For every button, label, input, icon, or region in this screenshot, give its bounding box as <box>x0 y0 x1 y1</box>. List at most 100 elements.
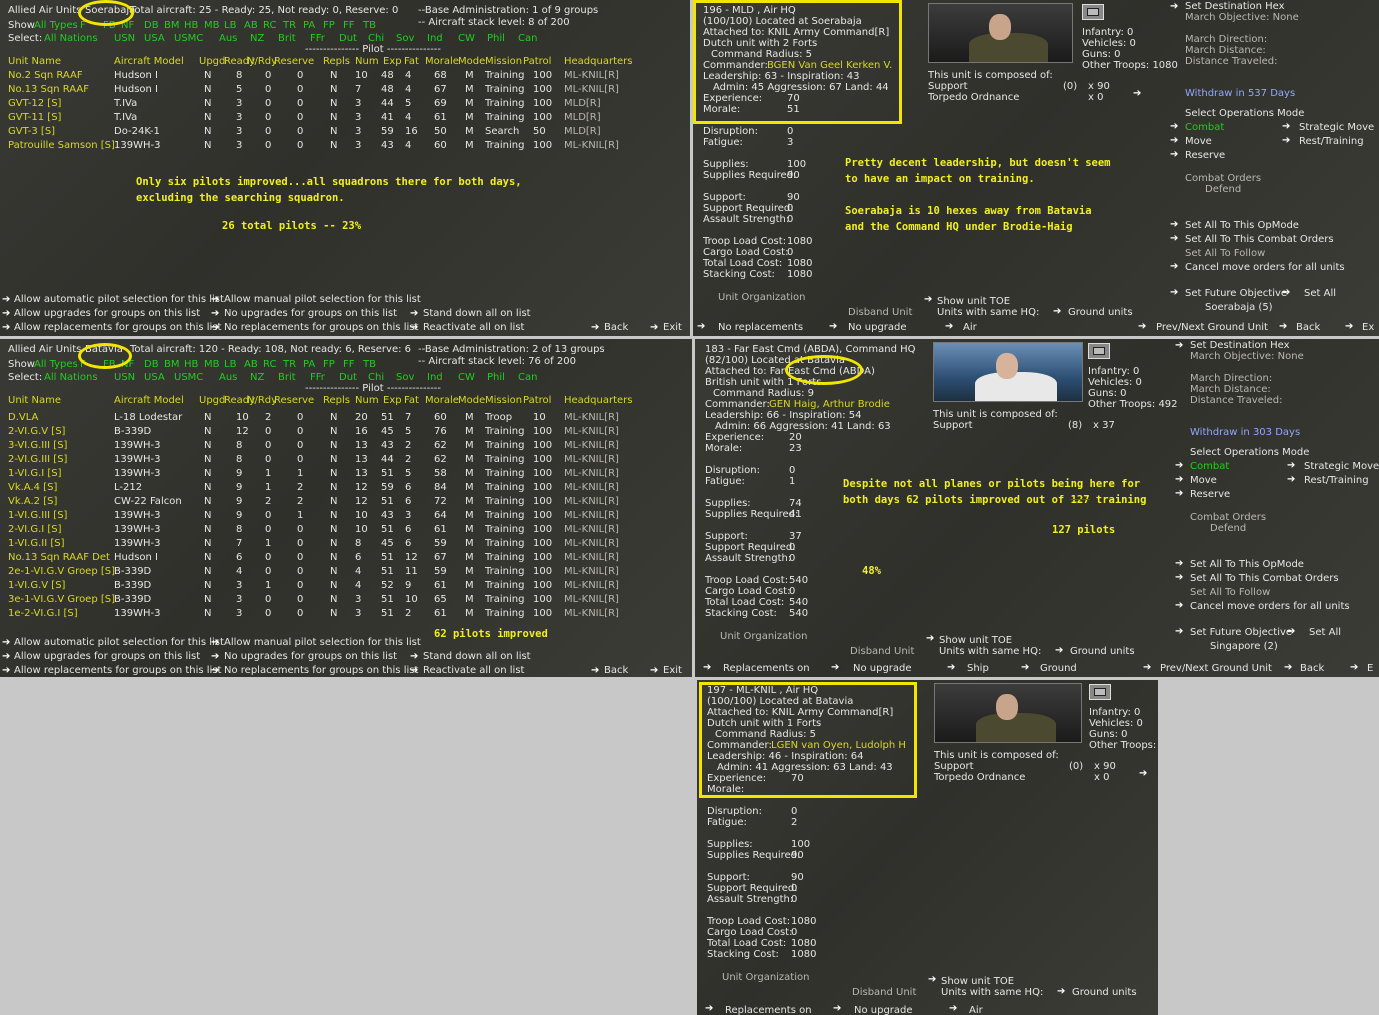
unit-name-cell[interactable]: 3-VI.G.III [S] <box>8 440 67 451</box>
column-header[interactable]: Num <box>355 395 379 406</box>
column-header[interactable]: Reserve <box>274 395 314 406</box>
unit-name-cell[interactable]: Vk.A.2 [S] <box>8 496 57 507</box>
ship-arrow-icon[interactable]: ➔ <box>947 662 958 673</box>
ship-units-button[interactable]: Ship <box>967 663 989 674</box>
column-header[interactable]: Morale <box>425 395 459 406</box>
filter-nation-0[interactable]: All Nations <box>44 372 98 383</box>
filter-type-10[interactable]: RC <box>263 20 276 31</box>
manual-pilot-option[interactable]: Allow manual pilot selection for this li… <box>224 294 421 305</box>
reserve-mode-button[interactable]: Reserve <box>1190 489 1230 500</box>
unit-name-cell[interactable]: GVT-12 [S] <box>8 98 61 109</box>
back-arrow-icon[interactable]: ➔ <box>1284 662 1295 673</box>
exit-arrow-icon[interactable]: ➔ <box>1350 662 1361 673</box>
filter-type-12[interactable]: PA <box>303 20 315 31</box>
set-all-opmode-button[interactable]: Set All To This OpMode <box>1190 559 1304 570</box>
column-header[interactable]: Mode <box>458 395 485 406</box>
disband-unit-button[interactable]: Disband Unit <box>852 987 916 998</box>
filter-nation-1[interactable]: USN <box>114 33 135 44</box>
exit-button[interactable]: E <box>1367 663 1373 674</box>
filter-type-12[interactable]: PA <box>303 359 315 370</box>
air-units-button[interactable]: Air <box>963 322 977 333</box>
unit-type-icon[interactable] <box>1089 684 1111 700</box>
option-arrow-icon[interactable]: ➔ <box>211 651 222 662</box>
unit-name-cell[interactable]: 3e-1-VI.G.V Groep [S] <box>8 594 115 605</box>
combat-mode-button[interactable]: Combat <box>1190 461 1229 472</box>
column-header[interactable]: Headquarters <box>564 56 632 67</box>
unit-type-icon[interactable] <box>1088 343 1110 359</box>
unit-organization-button[interactable]: Unit Organization <box>722 972 809 983</box>
filter-type-9[interactable]: AB <box>244 20 258 31</box>
exit-arrow-icon[interactable]: ➔ <box>1345 321 1356 332</box>
show-toe-arrow-icon[interactable]: ➔ <box>928 974 939 985</box>
ground-units-button[interactable]: Ground units <box>1070 646 1135 657</box>
column-header[interactable]: Exp <box>383 395 402 406</box>
back-arrow-icon[interactable]: ➔ <box>1279 321 1290 332</box>
set-future-objective-button[interactable]: Set Future Objective <box>1190 627 1292 638</box>
set-all-combat-button[interactable]: Set All To This Combat Orders <box>1185 234 1334 245</box>
set-all-follow-button[interactable]: Set All To Follow <box>1185 248 1265 259</box>
back-button[interactable]: Back <box>1300 663 1324 674</box>
filter-type-6[interactable]: HB <box>184 20 198 31</box>
filter-type-11[interactable]: TR <box>283 20 296 31</box>
set-destination-button[interactable]: Set Destination Hex <box>1185 1 1285 12</box>
filter-type-13[interactable]: FP <box>323 20 335 31</box>
opmode-arrow-icon[interactable]: ➔ <box>1170 219 1181 230</box>
column-header[interactable]: N/Rdy <box>247 56 277 67</box>
composition-arrow-icon[interactable]: ➔ <box>1139 768 1150 779</box>
set-all-button[interactable]: Set All <box>1304 288 1336 299</box>
strategic-move-button[interactable]: Strategic Move <box>1304 461 1379 472</box>
option-arrow-icon[interactable]: ➔ <box>2 665 13 676</box>
unit-name-cell[interactable]: No.13 Sqn RAAF Det <box>8 552 110 563</box>
rest-arrow-icon[interactable]: ➔ <box>1282 135 1293 146</box>
filter-type-9[interactable]: AB <box>244 359 258 370</box>
filter-type-7[interactable]: MB <box>204 359 220 370</box>
combat-arrow-icon[interactable]: ➔ <box>1175 460 1186 471</box>
ground-arrow-icon[interactable]: ➔ <box>1021 662 1032 673</box>
column-header[interactable]: Patrol <box>523 56 551 67</box>
column-header[interactable]: Patrol <box>523 395 551 406</box>
ground-units-arrow-icon[interactable]: ➔ <box>1055 645 1066 656</box>
strategic-arrow-icon[interactable]: ➔ <box>1287 460 1298 471</box>
set-all-button[interactable]: Set All <box>1309 627 1341 638</box>
future-objective-arrow-icon[interactable]: ➔ <box>1175 626 1186 637</box>
air-arrow-icon[interactable]: ➔ <box>945 321 956 332</box>
unit-name-cell[interactable]: 2-VI.G.V [S] <box>8 426 65 437</box>
back-button[interactable]: Back <box>1296 322 1320 333</box>
reactivate-option[interactable]: Reactivate all on list <box>423 665 524 676</box>
move-mode-button[interactable]: Move <box>1185 136 1212 147</box>
exit-button[interactable]: Ex <box>1362 322 1374 333</box>
disband-unit-button[interactable]: Disband Unit <box>848 307 912 318</box>
option-arrow-icon[interactable]: ➔ <box>211 322 222 333</box>
filter-nation-5[interactable]: NZ <box>250 372 264 383</box>
back-arrow-icon[interactable]: ➔ <box>591 322 602 333</box>
auto-pilot-option[interactable]: Allow automatic pilot selection for this… <box>14 637 224 648</box>
filter-nation-12[interactable]: CW <box>458 33 475 44</box>
option-arrow-icon[interactable]: ➔ <box>211 665 222 676</box>
allow-replacements-option[interactable]: Allow replacements for groups on this li… <box>14 322 221 333</box>
filter-nation-9[interactable]: Chi <box>368 372 384 383</box>
ground-units-arrow-icon[interactable]: ➔ <box>1057 986 1068 997</box>
filter-nation-3[interactable]: USMC <box>174 372 203 383</box>
filter-nation-7[interactable]: FFr <box>310 33 325 44</box>
allow-upgrades-option[interactable]: Allow upgrades for groups on this list <box>14 308 200 319</box>
filter-nation-5[interactable]: NZ <box>250 33 264 44</box>
filter-nation-3[interactable]: USMC <box>174 33 203 44</box>
filter-nation-10[interactable]: Sov <box>396 33 414 44</box>
show-toe-button[interactable]: Show unit TOE <box>941 976 1014 987</box>
auto-pilot-option[interactable]: Allow automatic pilot selection for this… <box>14 294 224 305</box>
filter-nation-1[interactable]: USN <box>114 372 135 383</box>
filter-type-0[interactable]: All Types <box>34 20 78 31</box>
filter-type-8[interactable]: LB <box>224 359 236 370</box>
filter-nation-0[interactable]: All Nations <box>44 33 98 44</box>
set-all-arrow-icon[interactable]: ➔ <box>1282 287 1293 298</box>
unit-name-cell[interactable]: 1-VI.G.III [S] <box>8 510 67 521</box>
column-header[interactable]: N/Rdy <box>247 395 277 406</box>
filter-nation-9[interactable]: Chi <box>368 33 384 44</box>
unit-name-cell[interactable]: GVT-11 [S] <box>8 112 61 123</box>
set-all-follow-button[interactable]: Set All To Follow <box>1190 587 1270 598</box>
filter-type-5[interactable]: BM <box>164 20 180 31</box>
set-all-opmode-button[interactable]: Set All To This OpMode <box>1185 220 1299 231</box>
future-objective-arrow-icon[interactable]: ➔ <box>1170 287 1181 298</box>
disband-unit-button[interactable]: Disband Unit <box>850 646 914 657</box>
column-header[interactable]: Headquarters <box>564 395 632 406</box>
